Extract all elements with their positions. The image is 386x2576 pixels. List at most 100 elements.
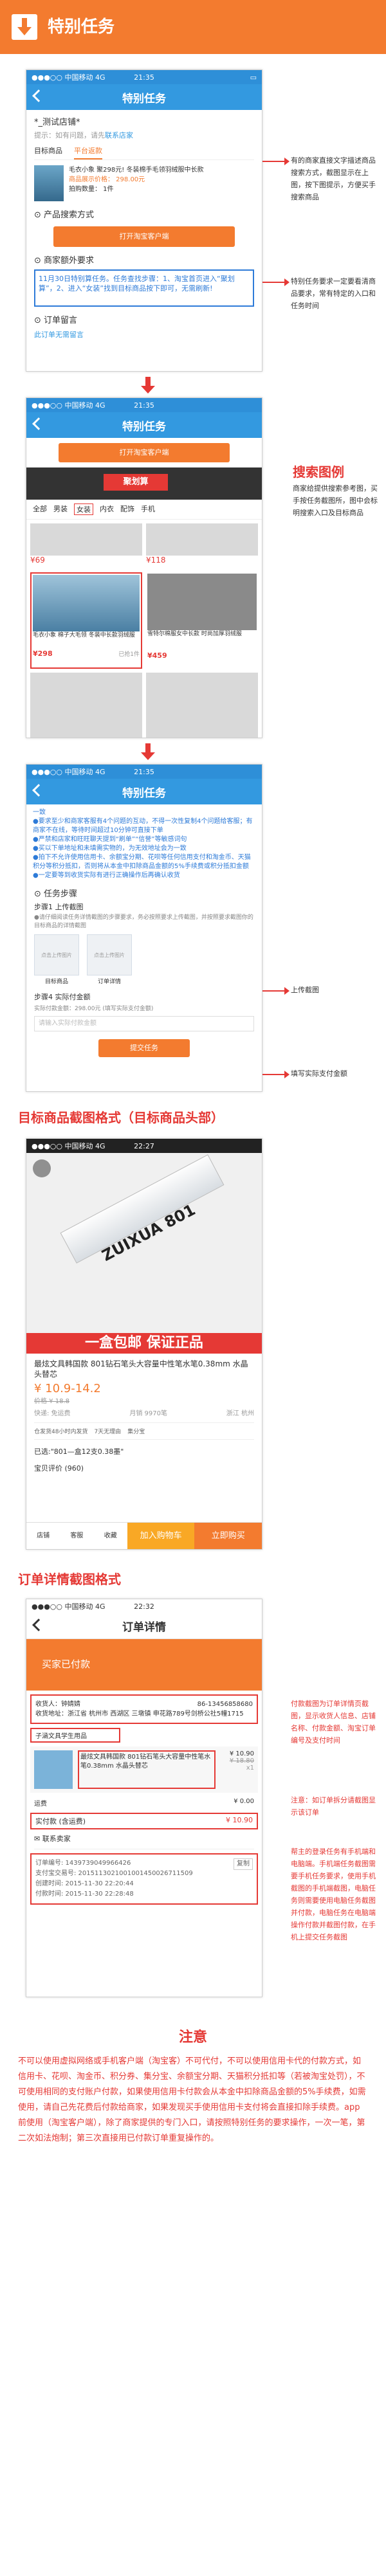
rule-item: ●一定要等到收货实际有进行正确操作后再确认收货 xyxy=(33,872,180,879)
item-price: ¥ 10.90 xyxy=(229,1750,254,1757)
juhuasuan-banner: 聚划算 xyxy=(26,467,262,500)
product-qty: 拍购数量： 1件 xyxy=(69,186,114,193)
open-taobao-button[interactable]: 打开淘宝客户端 xyxy=(59,443,230,462)
copy-button[interactable]: 复制 xyxy=(234,1858,253,1870)
upload-goods-button[interactable]: 点击上传图片 xyxy=(34,934,79,975)
product-image xyxy=(146,523,258,556)
product-image xyxy=(146,673,258,738)
contact-seller-button[interactable]: ✉ 联系卖家 xyxy=(34,1833,254,1849)
submit-task-button[interactable]: 提交任务 xyxy=(98,1039,190,1057)
steps-icon: ⊙ xyxy=(34,889,41,899)
search-method-heading: 产品搜索方式 xyxy=(44,210,95,220)
back-icon[interactable] xyxy=(32,784,45,797)
order-status-banner: 买家已付款 xyxy=(26,1639,262,1691)
nav-title: 特别任务 xyxy=(122,786,166,800)
note-order-split: 注意：如订单拆分请截图显示该订单 xyxy=(291,1796,376,1817)
nav-title: 特别任务 xyxy=(122,92,166,105)
product-price: ¥118 xyxy=(146,556,166,565)
section-header: 特别任务 xyxy=(0,0,386,54)
phone-screen-submit: ●●●○○ 中国移动 4G 21:35 特别任务 一致 ●要求至少和商家客服有4… xyxy=(26,764,262,1092)
tab-category[interactable]: 男装 xyxy=(53,503,68,515)
express-text: 快递: 免运费 xyxy=(34,1410,71,1417)
pen-image xyxy=(60,1154,225,1264)
back-icon[interactable] xyxy=(32,417,45,430)
rules-list: 一致 ●要求至少和商家客服有4个问题的互动，不得一次性复制4个问题给客服；有商家… xyxy=(26,804,262,884)
back-icon[interactable] xyxy=(32,1619,45,1631)
created-time: 创建时间: 2015-11-30 22:20:44 xyxy=(35,1880,134,1887)
note-upload: 上传截图 xyxy=(291,986,319,994)
postage-value: ¥ 0.00 xyxy=(234,1798,254,1805)
product-card[interactable]: ¥118 xyxy=(146,523,258,568)
tab-category[interactable]: 手机 xyxy=(141,503,155,515)
add-to-cart-button[interactable]: 加入购物车 xyxy=(127,1523,195,1549)
item-thumbnail xyxy=(34,1750,73,1789)
status-bar: ●●●○○ 中国移动 4G 22:32 xyxy=(26,1599,262,1613)
notice-block: 注意 不可以使用虚拟网络或手机客户端（淘宝客）不可代付，不可以使用信用卡代的付款… xyxy=(18,2026,368,2146)
address-phone: 86-13456858680 xyxy=(197,1701,253,1708)
service-tag: 集分宝 xyxy=(127,1429,145,1435)
open-taobao-button[interactable]: 打开淘宝客户端 xyxy=(53,226,235,247)
payment-amount-input[interactable]: 请输入实际付款金额 xyxy=(34,1016,254,1031)
product-price: ¥298 xyxy=(33,649,53,658)
juhuasuan-label: 聚划算 xyxy=(104,474,168,491)
shop-name: *_测试店铺* xyxy=(34,118,80,127)
paid-time: 付款时间: 2015-11-30 22:28:48 xyxy=(35,1891,134,1898)
note-search-method: 有的商家直接文字描述商品搜索方式，截图显示在上图，按下图提示，方便买手搜索商品 xyxy=(291,156,376,201)
order-section-title: 订单详情截图格式 xyxy=(18,1572,121,1587)
sales-text: 月销 9970笔 xyxy=(129,1410,167,1417)
tab-category[interactable]: 女装 xyxy=(74,503,93,515)
product-card-target[interactable]: 毛衣小象 棉子大毛领 冬装中长款羽绒服 ¥298 已抢1件 xyxy=(30,572,142,669)
note-payment-amount: 填写实际支付金额 xyxy=(291,1069,347,1078)
clock-text: 21:35 xyxy=(134,73,154,82)
product-title: 雪特尔棉服女中长款 时尚加厚羽绒服 xyxy=(147,631,242,637)
step1-title: 步骤1 上传截图 xyxy=(34,903,84,911)
product-title: 毛衣小象 棉子大毛领 冬装中长款羽绒服 xyxy=(33,632,135,639)
product-price: 商品展示价格： 298.00元 xyxy=(69,176,145,183)
order-info-box: 订单编号: 1439739049966426 支付宝交易号: 201511302… xyxy=(30,1853,258,1905)
contact-seller-link[interactable]: 联系店家 xyxy=(105,131,133,140)
goods-price: ¥ 10.9-14.2 xyxy=(34,1382,101,1395)
tab-category[interactable]: 内衣 xyxy=(100,503,114,515)
tab-refund[interactable]: 平台返款 xyxy=(74,145,102,159)
service-button[interactable]: 客服 xyxy=(60,1523,93,1549)
product-card[interactable]: 雪特尔棉服女中长款 时尚加厚羽绒服 ¥459 xyxy=(146,572,258,669)
special-requirements-heading: 商家额外要求 xyxy=(44,256,95,266)
status-bar: ●●●○○ 中国移动 4G 21:35 xyxy=(26,398,262,412)
goods-orig-price: 价格 ¥ 18.8 xyxy=(34,1398,69,1405)
upload-order-button[interactable]: 点击上传图片 xyxy=(87,934,132,975)
step4-desc: 实际付款金额：298.00元 (填写实际支付金额) xyxy=(34,1006,154,1012)
selected-sku[interactable]: 已选:"801—盒12支0.38墨" xyxy=(34,1446,254,1456)
tab-target-goods[interactable]: 目标商品 xyxy=(34,145,62,159)
rule-item: 一致 xyxy=(33,809,46,816)
product-price: ¥459 xyxy=(147,651,167,660)
category-tabs: 全部 男装 女装 内衣 配饰 手机 xyxy=(26,500,262,520)
tab-category[interactable]: 配饰 xyxy=(120,503,134,515)
status-bar: ●●●○○ 中国移动 4G 21:35 ▭ xyxy=(26,70,262,84)
notice-title: 注意 xyxy=(178,2029,207,2045)
rule-item: ●要求至少和商家客服有4个问题的互动，不得一次性复制4个问题给客服；有商家不在线… xyxy=(33,818,253,834)
product-image xyxy=(33,575,140,631)
search-example-label: 搜索图例 xyxy=(293,464,344,480)
search-icon: ⊙ xyxy=(34,210,41,220)
item-orig-price: ¥ 18.80 xyxy=(229,1757,254,1764)
shop-button[interactable]: 店铺 xyxy=(26,1523,60,1549)
back-icon[interactable] xyxy=(32,89,45,102)
address-box: 收货人：钟婧婧 86-13456858680 收货地址：浙江省 杭州市 西湖区 … xyxy=(30,1694,258,1724)
shop-name-box[interactable]: 子涵文具学生用品 xyxy=(30,1728,120,1743)
buy-now-button[interactable]: 立即购买 xyxy=(194,1523,262,1549)
tab-category[interactable]: 全部 xyxy=(33,503,47,515)
rule-item: ●买以下单地址和未填需实物的，为无效地址会为一致 xyxy=(33,845,187,852)
upload-order-label: 订单详情 xyxy=(97,979,121,985)
review-count[interactable]: 宝贝评价 (960) xyxy=(34,1463,254,1473)
message-icon: ⊙ xyxy=(34,316,41,325)
note-special-requirements: 特别任务要求一定要看清商品要求，常有特定的入口和任务时间 xyxy=(291,277,376,310)
note-device: 帮主的登录任务有手机端和电脑端。手机端任务截图需要手机任务要求，使用手机截图的手… xyxy=(291,1847,376,1941)
service-tag: 仓发货48小时内发货 xyxy=(34,1429,88,1435)
special-icon: ⊙ xyxy=(34,256,41,266)
paid-value: ¥ 10.90 xyxy=(226,1816,253,1824)
favorite-button[interactable]: 收藏 xyxy=(94,1523,127,1549)
address-name: 收货人：钟婧婧 xyxy=(35,1701,80,1708)
product-card[interactable]: ¥69 xyxy=(30,523,142,568)
back-icon[interactable] xyxy=(33,1159,51,1177)
product-image xyxy=(30,523,142,556)
